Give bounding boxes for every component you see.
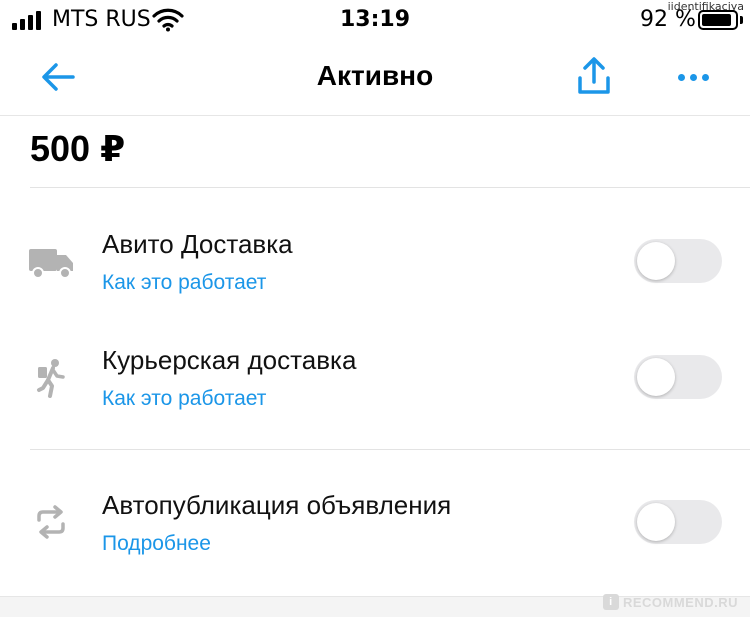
share-button[interactable] [574, 54, 614, 98]
truck-icon [27, 238, 75, 286]
option-title-avito-delivery: Авито Доставка [102, 229, 293, 259]
avito-delivery-toggle[interactable] [634, 239, 722, 283]
how-it-works-link[interactable]: Как это работает [102, 271, 266, 295]
divider [30, 187, 750, 188]
option-title-courier-delivery: Курьерская доставка [102, 345, 357, 375]
toggle-knob [637, 358, 675, 396]
divider [30, 449, 750, 450]
courier-delivery-toggle[interactable] [634, 355, 722, 399]
share-icon [578, 57, 610, 94]
dot-icon [689, 73, 697, 81]
page-title: Активно [316, 60, 434, 91]
navigation-bar: Активно [0, 38, 750, 116]
listing-price: 500 ₽ [30, 128, 126, 169]
autopublish-toggle[interactable] [634, 500, 722, 544]
status-bar: MTS RUS 13:19 92 % [0, 0, 750, 38]
courier-icon [27, 354, 75, 402]
repeat-icon [27, 498, 75, 546]
battery-icon [698, 10, 738, 30]
dot-icon [677, 73, 685, 81]
option-title-autopublish: Автопубликация объявления [102, 490, 452, 520]
battery-tip [740, 16, 743, 24]
battery-percent: 92 % [640, 7, 696, 32]
toggle-knob [637, 242, 675, 280]
status-time: 13:19 [339, 7, 411, 32]
dot-icon [701, 73, 709, 81]
watermark-logo-icon: i [602, 594, 619, 610]
more-details-link[interactable]: Подробнее [102, 532, 211, 556]
watermark-bottom: i RECOMMEND.RU [602, 594, 738, 610]
more-button[interactable] [672, 62, 714, 92]
watermark-text: RECOMMEND.RU [622, 594, 738, 610]
toggle-knob [637, 503, 675, 541]
how-it-works-link[interactable]: Как это работает [102, 387, 266, 411]
